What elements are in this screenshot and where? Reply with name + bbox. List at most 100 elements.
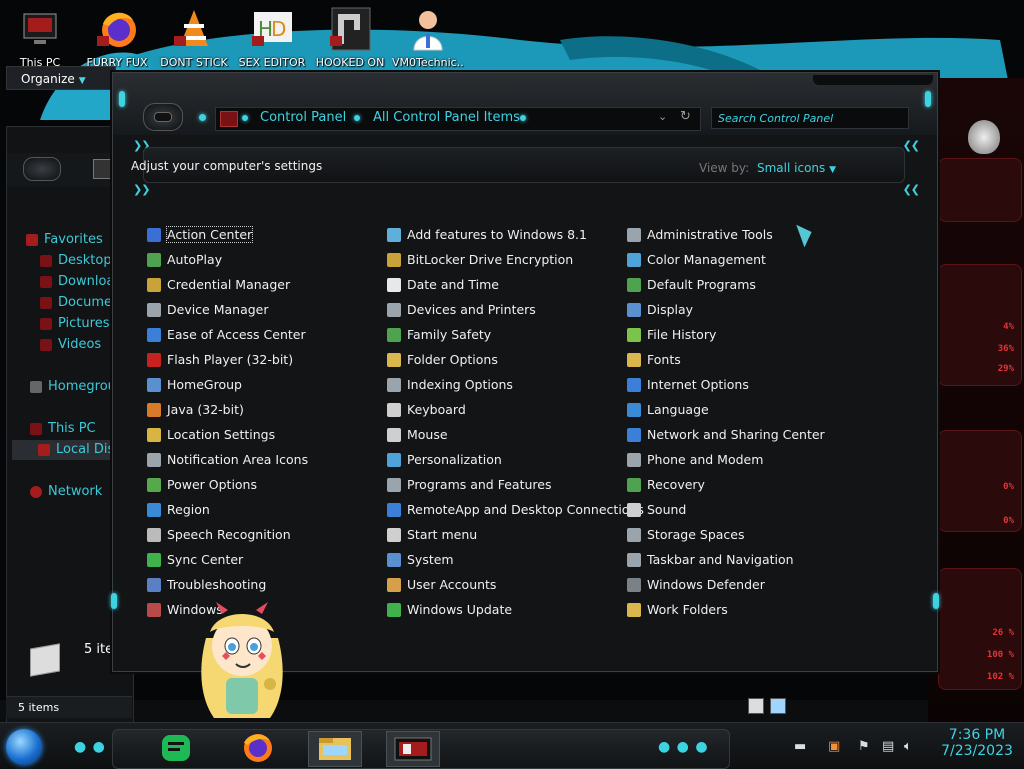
control-panel-item-label: Notification Area Icons xyxy=(167,452,309,467)
control-panel-item[interactable]: Notification Area Icons xyxy=(147,450,308,470)
control-panel-item[interactable]: Language xyxy=(627,400,709,420)
control-panel-item[interactable]: Flash Player (32-bit) xyxy=(147,350,293,370)
control-panel-item[interactable]: Sync Center xyxy=(147,550,243,570)
mouse-icon xyxy=(387,427,401,442)
control-panel-item[interactable]: Storage Spaces xyxy=(627,525,745,545)
details-view-button[interactable] xyxy=(748,698,764,714)
control-panel-item[interactable]: Start menu xyxy=(387,525,477,545)
control-panel-item[interactable]: Keyboard xyxy=(387,400,466,420)
system-tray-expander-icon[interactable]: ▬ xyxy=(794,739,806,754)
control-panel-item[interactable]: Folder Options xyxy=(387,350,498,370)
control-panel-item[interactable]: Power Options xyxy=(147,475,257,495)
star-icon xyxy=(26,233,38,246)
desktop-icon-vm0technic[interactable]: VM0Technic... xyxy=(392,6,464,69)
control-panel-item[interactable]: System xyxy=(387,550,454,570)
taskbar-control-panel[interactable] xyxy=(386,731,440,767)
network-icon[interactable]: ▤ xyxy=(882,739,894,754)
control-panel-item[interactable]: Troubleshooting xyxy=(147,575,266,595)
control-panel-window[interactable]: Control Panel All Control Panel Items ⌄ … xyxy=(111,72,939,672)
control-panel-item-label: Programs and Features xyxy=(407,477,552,492)
control-panel-item[interactable]: User Accounts xyxy=(387,575,496,595)
control-panel-item-label: Windows Defender xyxy=(647,577,765,592)
control-panel-item[interactable]: File History xyxy=(627,325,716,345)
control-panel-item[interactable]: Region xyxy=(147,500,210,520)
desktop-icon-hooked-on[interactable]: HOOKED ON xyxy=(314,6,386,69)
nav-local-disk[interactable]: Local Dis xyxy=(12,440,114,460)
pc-icon xyxy=(18,6,62,52)
control-panel-item[interactable]: Taskbar and Navigation xyxy=(627,550,794,570)
volume-icon[interactable]: 🔈︎ xyxy=(904,739,912,754)
control-panel-item[interactable]: BitLocker Drive Encryption xyxy=(387,250,573,270)
nav-documents[interactable]: Documen xyxy=(40,293,114,313)
control-panel-item-label: Troubleshooting xyxy=(167,577,267,592)
nav-homegroup[interactable]: Homegroup xyxy=(30,377,114,397)
back-button[interactable] xyxy=(143,103,183,131)
desktop-icon-furry-fux[interactable]: FURRY FUX xyxy=(81,6,153,69)
control-panel-item[interactable]: HomeGroup xyxy=(147,375,242,395)
breadcrumb-control-panel[interactable]: Control Panel xyxy=(260,110,346,125)
language-icon xyxy=(627,402,641,417)
control-panel-item[interactable]: Ease of Access Center xyxy=(147,325,306,345)
desktop-icon-sex-editor[interactable]: HD SEX EDITOR xyxy=(236,6,308,69)
taskbar-spotify[interactable] xyxy=(150,731,202,765)
control-panel-item[interactable]: AutoPlay xyxy=(147,250,222,270)
start-button[interactable] xyxy=(6,729,42,765)
videos-icon xyxy=(40,338,52,351)
control-panel-item[interactable]: Devices and Printers xyxy=(387,300,536,320)
control-panel-item-label: RemoteApp and Desktop Connections xyxy=(407,502,644,517)
control-panel-item-label: BitLocker Drive Encryption xyxy=(407,252,574,267)
search-input[interactable]: Search Control Panel xyxy=(711,107,909,129)
control-panel-item[interactable]: Fonts xyxy=(627,350,681,370)
flag-icon[interactable]: ⚑ xyxy=(858,739,870,754)
control-panel-item[interactable]: Color Management xyxy=(627,250,766,270)
control-panel-item[interactable]: Date and Time xyxy=(387,275,499,295)
forward-button[interactable] xyxy=(199,114,206,121)
control-panel-item[interactable]: Action Center xyxy=(147,225,254,245)
control-panel-item[interactable]: Windows Defender xyxy=(627,575,765,595)
control-panel-item[interactable]: Speech Recognition xyxy=(147,525,291,545)
control-panel-item[interactable]: Work Folders xyxy=(627,600,728,620)
control-panel-item[interactable]: Internet Options xyxy=(627,375,749,395)
view-by-dropdown[interactable]: Small icons ▼ xyxy=(757,161,836,175)
chevron-down-icon[interactable]: ⌄ xyxy=(658,110,667,123)
control-panel-item[interactable]: Add features to Windows 8.1 xyxy=(387,225,587,245)
control-panel-item[interactable]: Family Safety xyxy=(387,325,491,345)
control-panel-item[interactable]: Indexing Options xyxy=(387,375,513,395)
desktop-icon xyxy=(40,254,52,267)
control-panel-item[interactable]: Display xyxy=(627,300,693,320)
large-icons-view-button[interactable] xyxy=(770,698,786,714)
taskbar: ● ● ● ● ● ● ▬ ▣ ⚑ ▤ 🔈︎ 7:36 PM 7/23/2023 xyxy=(0,722,1024,769)
control-panel-item[interactable]: Phone and Modem xyxy=(627,450,763,470)
control-panel-item[interactable]: Programs and Features xyxy=(387,475,551,495)
control-panel-item[interactable]: Mouse xyxy=(387,425,448,445)
control-panel-item[interactable]: Network and Sharing Center xyxy=(627,425,825,445)
back-button[interactable] xyxy=(23,157,61,181)
control-panel-item[interactable]: Sound xyxy=(627,500,686,520)
app-tray-icon[interactable]: ▣ xyxy=(828,739,840,754)
refresh-icon[interactable]: ↻ xyxy=(680,109,691,124)
taskbar-decoration: ● ● ● xyxy=(658,739,709,755)
clock[interactable]: 7:36 PM 7/23/2023 xyxy=(930,727,1024,759)
organize-button[interactable]: Organize ▼ xyxy=(6,66,116,90)
desktop-icon-this-pc[interactable]: This PC xyxy=(4,6,76,69)
control-panel-item[interactable]: Personalization xyxy=(387,450,502,470)
taskbar-file-explorer[interactable] xyxy=(308,731,362,767)
breadcrumb-all-items[interactable]: All Control Panel Items xyxy=(373,110,520,125)
system-monitor-gadget: 4% 36% 29% 0% 0% 26 % 100 % 102 % xyxy=(928,78,1024,722)
taskbar-firefox[interactable] xyxy=(232,731,284,765)
control-panel-item[interactable]: Device Manager xyxy=(147,300,269,320)
control-panel-item[interactable]: Java (32-bit) xyxy=(147,400,244,420)
control-panel-item[interactable]: Location Settings xyxy=(147,425,275,445)
homegroup-icon xyxy=(30,380,42,393)
control-panel-item[interactable]: Windows Update xyxy=(387,600,512,620)
control-panel-item[interactable]: Administrative Tools xyxy=(627,225,773,245)
desktop-icon-dont-stick[interactable]: DONT STICK xyxy=(158,6,230,69)
control-panel-item[interactable]: Default Programs xyxy=(627,275,756,295)
control-panel-item[interactable]: RemoteApp and Desktop Connections xyxy=(387,500,644,520)
control-panel-item-label: Speech Recognition xyxy=(167,527,291,542)
nav-downloads[interactable]: Download xyxy=(40,272,114,292)
vault-icon xyxy=(147,277,161,292)
control-panel-item[interactable]: Credential Manager xyxy=(147,275,290,295)
control-panel-item[interactable]: Recovery xyxy=(627,475,705,495)
address-bar[interactable]: Control Panel All Control Panel Items ⌄ … xyxy=(215,107,701,131)
